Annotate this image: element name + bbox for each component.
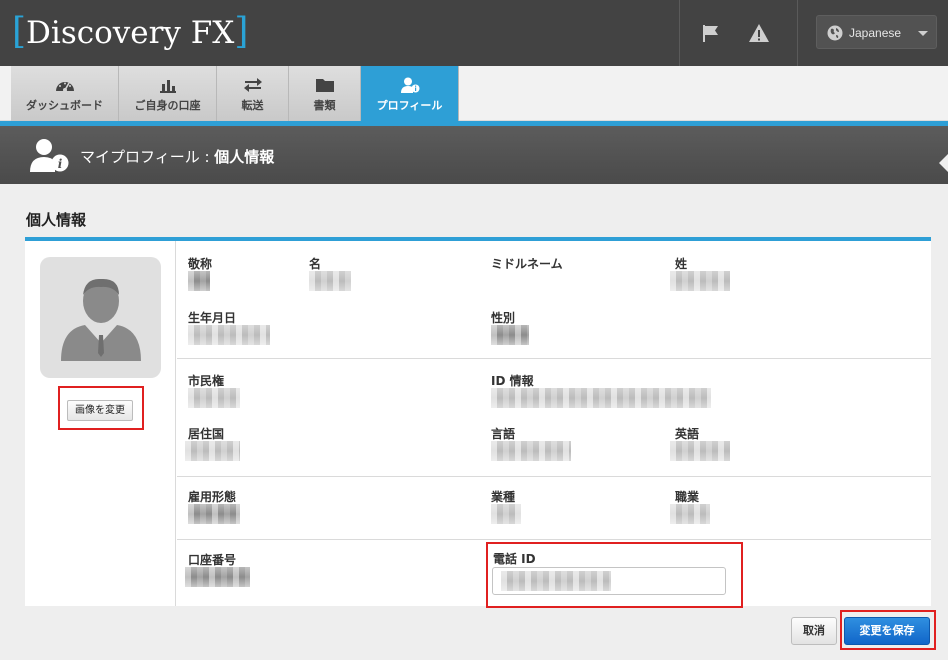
user-info-icon bbox=[400, 77, 419, 93]
bar-chart-icon bbox=[159, 80, 176, 93]
redacted-birth-date bbox=[188, 325, 270, 345]
chevron-down-icon bbox=[918, 31, 928, 36]
svg-text:i: i bbox=[58, 157, 63, 171]
flag-icon[interactable] bbox=[700, 22, 722, 44]
page-title: マイプロフィール : 個人情報 bbox=[80, 148, 275, 166]
label-middle-name: ミドルネーム bbox=[491, 257, 563, 271]
brand-logo[interactable]: [Discovery FX] bbox=[12, 12, 248, 52]
redacted-employment bbox=[188, 504, 240, 524]
highlight-box-change-image bbox=[58, 386, 144, 430]
main-nav-tabs: ダッシュボード ご自身の口座 転送 書類 プロフィール bbox=[0, 66, 948, 129]
row-divider bbox=[177, 358, 931, 359]
top-header: [Discovery FX] Japanese bbox=[0, 0, 948, 66]
tab-profile[interactable]: プロフィール bbox=[361, 66, 459, 129]
redacted-industry bbox=[491, 504, 521, 524]
label-occupation: 職業 bbox=[675, 490, 700, 504]
label-english: 英語 bbox=[675, 427, 700, 441]
language-label: Japanese bbox=[849, 26, 902, 40]
page-header-band: i マイプロフィール : 個人情報 bbox=[0, 126, 948, 184]
redacted-english bbox=[670, 441, 730, 461]
row-divider bbox=[177, 476, 931, 477]
tab-your-accounts[interactable]: ご自身の口座 bbox=[119, 66, 217, 121]
row-divider bbox=[177, 539, 931, 540]
tab-documents[interactable]: 書類 bbox=[289, 66, 361, 121]
warning-icon[interactable] bbox=[748, 22, 770, 44]
redacted-occupation bbox=[670, 504, 710, 524]
label-language: 言語 bbox=[491, 427, 516, 441]
dashboard-icon bbox=[55, 82, 74, 92]
header-divider bbox=[797, 0, 798, 66]
globe-icon bbox=[827, 25, 843, 41]
redacted-last-name bbox=[670, 271, 730, 291]
section-title: 個人情報 bbox=[26, 211, 87, 229]
brand-name: Discovery FX bbox=[26, 15, 235, 51]
user-silhouette-icon bbox=[61, 278, 141, 361]
label-first-name: 名 bbox=[309, 257, 322, 271]
label-citizenship: 市民権 bbox=[188, 374, 225, 388]
folder-icon bbox=[315, 79, 334, 92]
band-notch bbox=[939, 154, 948, 172]
label-gender: 性別 bbox=[491, 311, 516, 325]
personal-info-card: 画像を変更 敬称 名 ミドルネーム 姓 生年月日 性別 市民権 ID 情報 居住… bbox=[25, 237, 931, 608]
redacted-country bbox=[185, 441, 240, 461]
avatar bbox=[40, 257, 161, 378]
redacted-citizenship bbox=[188, 388, 240, 408]
cancel-button[interactable]: 取消 bbox=[791, 617, 837, 645]
redacted-first-name bbox=[309, 271, 351, 291]
header-divider bbox=[679, 0, 680, 66]
label-birth-date: 生年月日 bbox=[188, 311, 237, 325]
highlight-box-save bbox=[840, 610, 936, 650]
highlight-box-phone-id bbox=[486, 542, 743, 608]
label-country-of-residence: 居住国 bbox=[188, 427, 225, 441]
redacted-gender bbox=[491, 325, 529, 345]
label-last-name: 姓 bbox=[675, 257, 688, 271]
transfer-arrows-icon bbox=[243, 78, 262, 92]
label-industry: 業種 bbox=[491, 490, 516, 504]
label-id-info: ID 情報 bbox=[491, 374, 534, 388]
language-selector[interactable]: Japanese bbox=[816, 15, 937, 49]
label-salutation: 敬称 bbox=[188, 257, 213, 271]
tab-dashboard[interactable]: ダッシュボード bbox=[11, 66, 119, 121]
redacted-id-info bbox=[491, 388, 711, 408]
redacted-account-number bbox=[185, 567, 250, 587]
label-employment-status: 雇用形態 bbox=[188, 490, 237, 504]
user-info-icon: i bbox=[30, 139, 69, 172]
redacted-salutation bbox=[188, 271, 210, 291]
redacted-language bbox=[491, 441, 571, 461]
label-account-number: 口座番号 bbox=[188, 553, 237, 567]
tab-transfer[interactable]: 転送 bbox=[217, 66, 289, 121]
